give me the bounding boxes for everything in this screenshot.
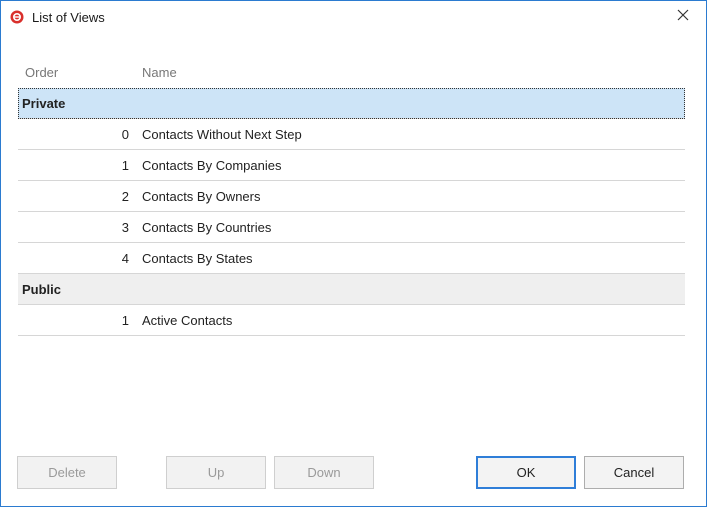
table-row[interactable]: 3 Contacts By Countries	[18, 212, 685, 243]
column-header-order[interactable]: Order	[25, 65, 58, 80]
dialog-window: List of Views Order Name Private 0 Conta…	[0, 0, 707, 507]
cancel-button[interactable]: Cancel	[584, 456, 684, 489]
order-cell: 0	[121, 127, 129, 142]
name-cell: Contacts Without Next Step	[142, 127, 302, 142]
group-label: Private	[22, 96, 66, 111]
order-cell: 2	[121, 189, 129, 204]
order-cell: 1	[121, 158, 129, 173]
window-title: List of Views	[32, 10, 105, 25]
ok-button[interactable]: OK	[476, 456, 576, 489]
close-icon	[677, 8, 689, 26]
order-cell: 4	[121, 251, 129, 266]
table-row[interactable]: 4 Contacts By States	[18, 243, 685, 274]
group-row-private[interactable]: Private	[18, 88, 685, 119]
app-logo-icon	[10, 10, 24, 24]
name-cell: Contacts By States	[142, 251, 253, 266]
name-cell: Contacts By Countries	[142, 220, 272, 235]
name-cell: Contacts By Owners	[142, 189, 261, 204]
order-cell: 3	[121, 220, 129, 235]
group-label: Public	[22, 282, 62, 297]
table-row[interactable]: 1 Contacts By Companies	[18, 150, 685, 181]
order-cell: 1	[121, 313, 129, 328]
grid-header: Order Name	[18, 56, 685, 88]
column-header-name[interactable]: Name	[142, 65, 177, 80]
views-grid: Order Name Private 0 Contacts Without Ne…	[18, 56, 685, 336]
table-row[interactable]: 2 Contacts By Owners	[18, 181, 685, 212]
delete-button[interactable]: Delete	[17, 456, 117, 489]
name-cell: Contacts By Companies	[142, 158, 282, 173]
group-row-public[interactable]: Public	[18, 274, 685, 305]
down-button[interactable]: Down	[274, 456, 374, 489]
table-row[interactable]: 0 Contacts Without Next Step	[18, 119, 685, 150]
close-button[interactable]	[660, 1, 706, 33]
name-cell: Active Contacts	[142, 313, 233, 328]
up-button[interactable]: Up	[166, 456, 266, 489]
table-row[interactable]: 1 Active Contacts	[18, 305, 685, 336]
title-bar: List of Views	[1, 1, 706, 33]
